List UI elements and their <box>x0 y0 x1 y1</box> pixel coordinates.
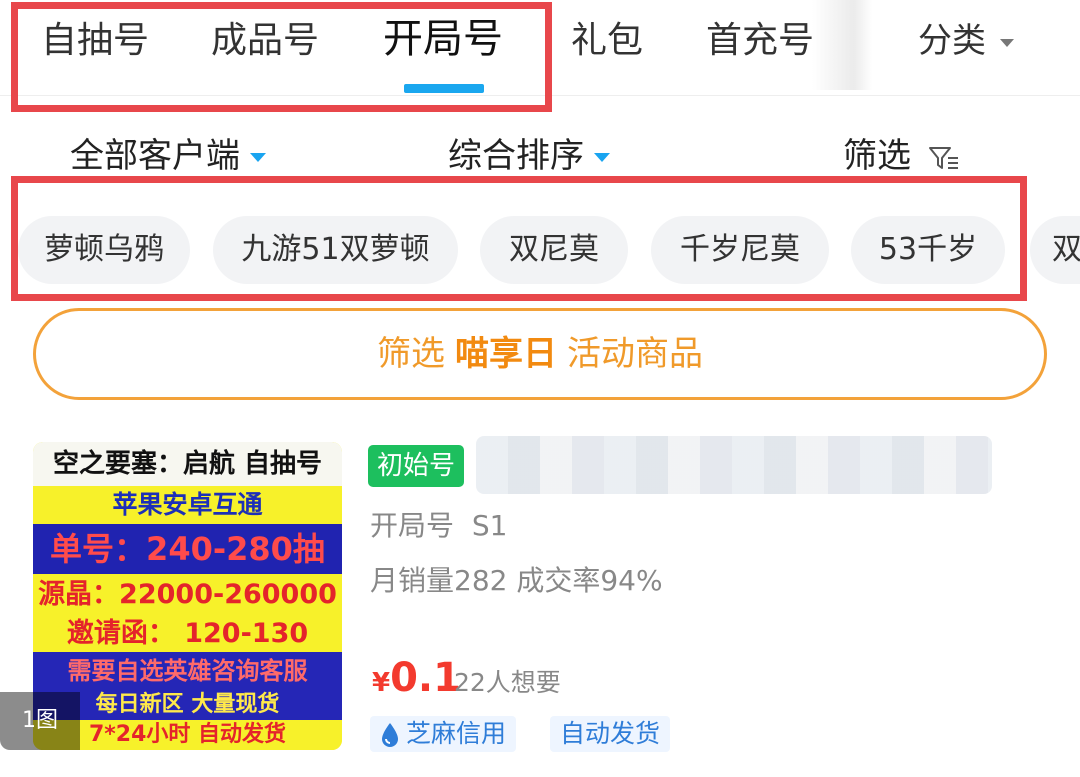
active-tab-indicator <box>404 84 484 93</box>
chip-shuang-nimo[interactable]: 双尼莫 <box>480 216 628 284</box>
product-sales: 月销量282 成交率94% <box>370 564 663 597</box>
water-drop-icon <box>382 723 398 747</box>
tab-scroll-fade <box>812 0 872 90</box>
image-count-badge: 1图 <box>0 692 80 750</box>
promo-suffix: 活动商品 <box>567 334 703 374</box>
filter-icon <box>928 146 958 169</box>
chip-partial[interactable]: 双 <box>1030 216 1080 284</box>
thumb-line: 邀请函： 120-130 <box>33 616 342 652</box>
chip-53-qiansui[interactable]: 53千岁 <box>851 216 1005 284</box>
tab-finished-account[interactable]: 成品号 <box>211 16 319 66</box>
caret-down-icon <box>250 153 266 162</box>
sort-order-dropdown[interactable]: 综合排序 <box>448 130 610 182</box>
client-filter-dropdown[interactable]: 全部客户端 <box>70 130 266 182</box>
classify-label: 分类 <box>918 21 986 61</box>
chip-luodun-wuya[interactable]: 萝顿乌鸦 <box>18 216 190 284</box>
filter-button[interactable]: 筛选 <box>843 130 960 182</box>
classify-dropdown[interactable]: 分类 <box>918 16 1014 66</box>
thumb-line: 需要自选英雄咨询客服 <box>33 652 342 690</box>
sort-order-label: 综合排序 <box>448 136 584 176</box>
tab-first-charge[interactable]: 首充号 <box>706 16 814 66</box>
sesame-credit-tag: 芝麻信用 <box>370 716 517 752</box>
thumb-line: 单号：240-280抽 <box>33 524 342 574</box>
tab-self-draw[interactable]: 自抽号 <box>41 16 149 66</box>
tab-gift-pack[interactable]: 礼包 <box>571 16 643 66</box>
thumb-line: 源晶：22000-260000 <box>33 574 342 616</box>
promo-prefix: 筛选 <box>377 334 445 374</box>
sesame-credit-label: 芝麻信用 <box>406 719 507 748</box>
promo-filter-banner[interactable]: 筛选 喵享日 活动商品 <box>33 308 1047 400</box>
chevron-down-icon <box>1000 38 1014 47</box>
chip-qiansui-nimo[interactable]: 千岁尼莫 <box>651 216 829 284</box>
product-category: 开局号 <box>370 509 455 542</box>
product-category-line: 开局号 S1 <box>370 506 507 546</box>
client-filter-label: 全部客户端 <box>70 136 240 176</box>
price-currency: ¥ <box>372 668 391 698</box>
auto-delivery-tag: 自动发货 <box>550 716 671 752</box>
category-tab-bar: 自抽号 成品号 开局号 礼包 首充号 分类 <box>0 0 1080 96</box>
initial-account-badge: 初始号 <box>368 445 464 487</box>
price-value: 0.1 <box>390 655 461 701</box>
promo-highlight: 喵享日 <box>455 334 557 374</box>
product-price: ¥0.1 <box>372 652 461 712</box>
thumb-line: 空之要塞：启航 自抽号 <box>33 442 342 486</box>
caret-down-icon <box>594 153 610 162</box>
thumb-line: 苹果安卓互通 <box>33 486 342 524</box>
product-server: S1 <box>471 509 508 542</box>
tab-starter-account[interactable]: 开局号 <box>383 14 503 64</box>
blurred-product-title[interactable] <box>476 436 992 494</box>
wanted-count: 22人想要 <box>454 668 561 697</box>
filter-label: 筛选 <box>843 136 911 176</box>
chip-jiuyou-51[interactable]: 九游51双萝顿 <box>213 216 458 284</box>
